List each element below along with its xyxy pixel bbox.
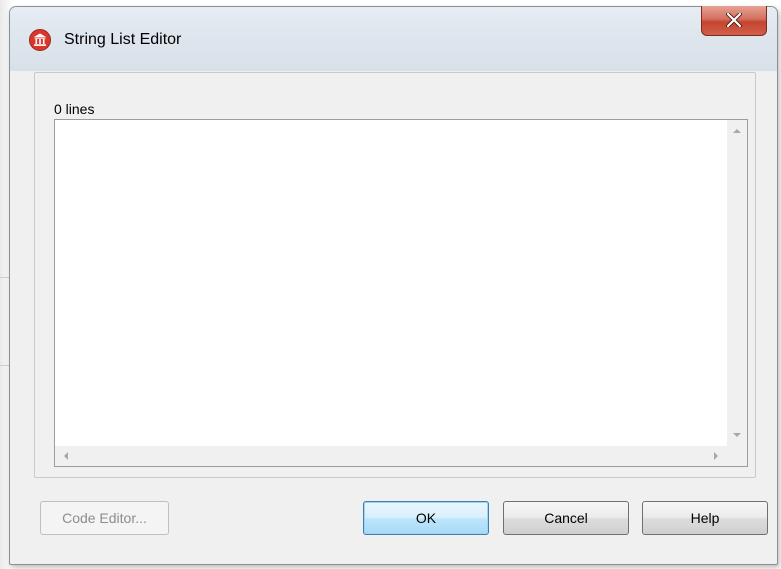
title-bar[interactable]: String List Editor [10, 6, 777, 71]
scroll-down-arrow-icon[interactable] [733, 433, 741, 437]
horizontal-scrollbar[interactable] [55, 446, 727, 466]
scroll-right-arrow-icon[interactable] [714, 452, 718, 460]
cancel-button[interactable]: Cancel [503, 501, 629, 535]
scrollbar-corner [727, 446, 747, 466]
desktop-background: String List Editor 0 lines Code Editor..… [0, 0, 781, 569]
string-list-textarea[interactable] [59, 124, 723, 442]
scroll-up-arrow-icon[interactable] [733, 129, 741, 133]
app-shield-icon [29, 29, 51, 51]
vertical-scrollbar[interactable] [727, 120, 747, 446]
string-list-editor-dialog: String List Editor 0 lines Code Editor..… [9, 6, 778, 565]
line-count-label: 0 lines [54, 101, 95, 117]
code-editor-button[interactable]: Code Editor... [40, 501, 169, 535]
string-list-memo[interactable] [54, 119, 748, 467]
scroll-left-arrow-icon[interactable] [64, 452, 68, 460]
close-icon [726, 13, 742, 27]
ok-button[interactable]: OK [363, 501, 489, 535]
help-button[interactable]: Help [642, 501, 768, 535]
close-button[interactable] [701, 6, 767, 36]
window-title: String List Editor [64, 31, 182, 48]
